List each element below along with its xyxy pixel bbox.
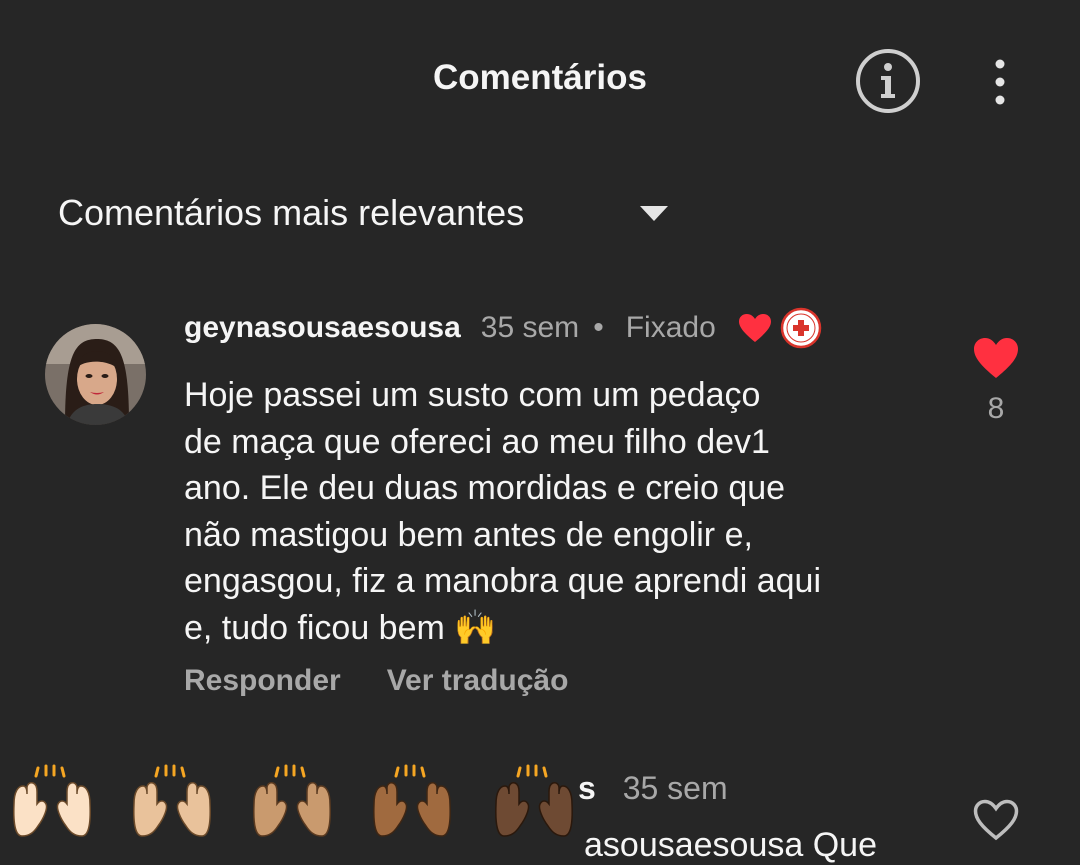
username[interactable]: geynasousaesousa (184, 311, 461, 345)
raising-hands-emoji-medium[interactable] (248, 760, 336, 848)
separator-dot: • (593, 311, 604, 344)
like-outline-heart-icon[interactable] (972, 798, 1020, 842)
sort-selector[interactable]: Comentários mais relevantes (58, 190, 678, 238)
comment-line: não mastigou bem antes de engolir e, (184, 515, 753, 554)
more-vertical-icon[interactable] (980, 56, 1020, 108)
comment-actions: Responder Ver tradução (184, 664, 568, 698)
next-timestamp: 35 sem (622, 770, 728, 806)
comment-body: Hoje passei um susto com um pedaço de ma… (184, 372, 924, 651)
timestamp: 35 sem (480, 311, 580, 344)
raising-hands-emoji-light[interactable] (8, 760, 96, 848)
info-icon[interactable] (855, 48, 921, 114)
next-comment-meta: s 35 sem (578, 770, 728, 807)
comment-line: Hoje passei um susto com um pedaço (184, 376, 761, 414)
comment-line: engasgou, fiz a manobra que aprendi aqui (184, 562, 822, 600)
raising-hands-emoji-medium-dark[interactable] (368, 760, 456, 848)
raising-hands-emoji-dark[interactable] (490, 760, 578, 848)
avatar[interactable] (45, 324, 146, 425)
next-comment-text: asousaesousa Que (584, 826, 877, 864)
comment-line: ano. Ele deu duas mordidas e creio que (184, 469, 786, 507)
creator-badge-icon (780, 307, 821, 349)
like-heart-icon[interactable] (972, 336, 1020, 380)
reply-button[interactable]: Responder (184, 664, 341, 698)
raising-hands-emoji-medium-light[interactable] (128, 760, 216, 848)
emoji-skin-tone-picker (0, 760, 600, 848)
comment-meta: geynasousaesousa 35 sem • Fixado (184, 306, 822, 350)
sort-label: Comentários mais relevantes (58, 192, 525, 233)
creator-liked-heart-icon (738, 314, 771, 342)
comment-line: de maça que ofereci ao meu filho dev1 (184, 422, 770, 461)
caret-down-icon (640, 206, 668, 221)
pinned-label: Fixado (625, 311, 716, 344)
comment-line: e, tudo ficou bem 🙌 (184, 608, 497, 647)
translate-button[interactable]: Ver tradução (387, 664, 569, 698)
like-count: 8 (987, 392, 1005, 425)
